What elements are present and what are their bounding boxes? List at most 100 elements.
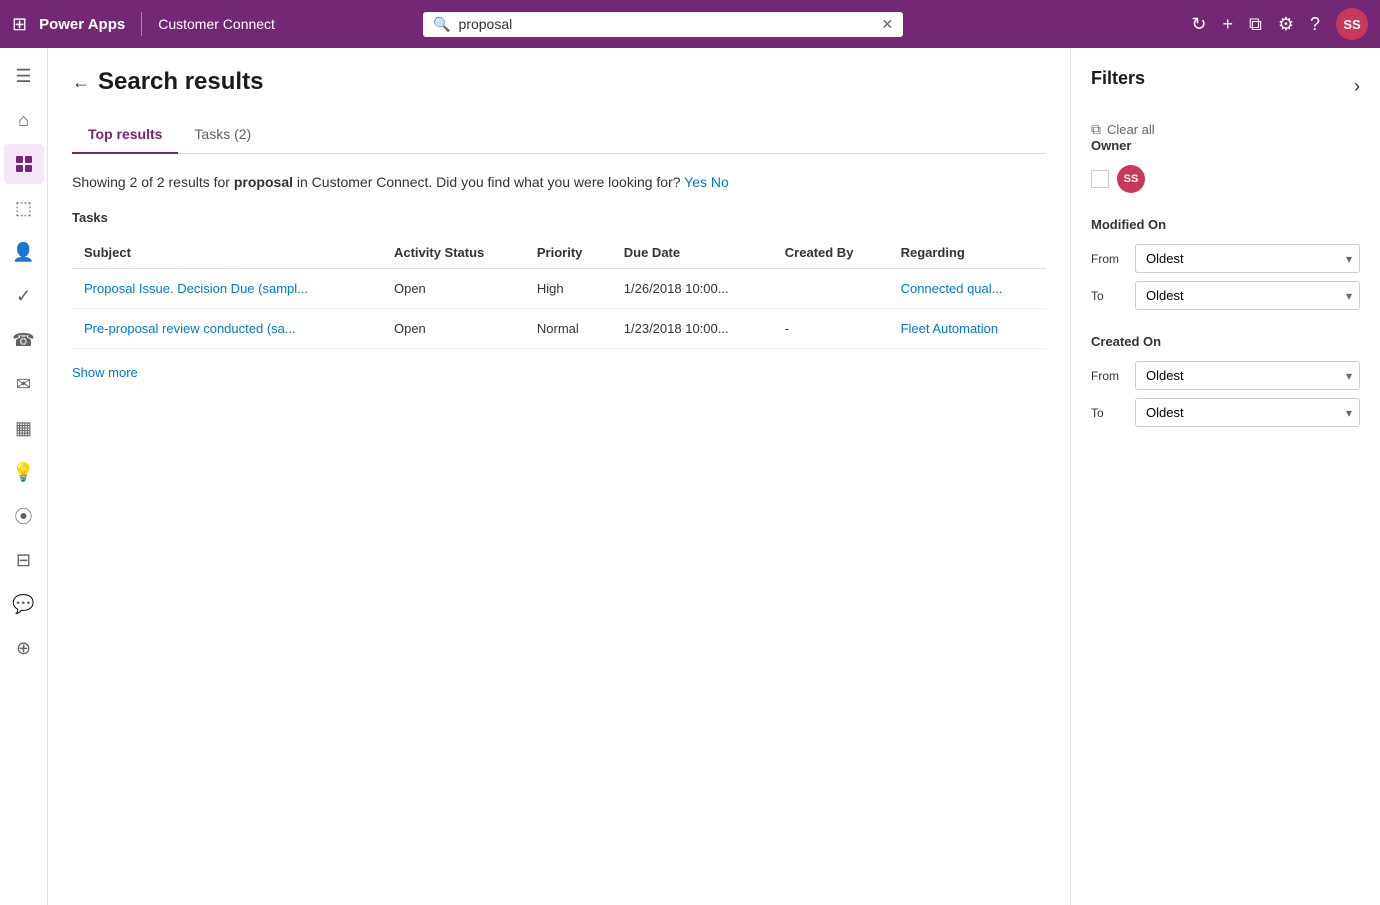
clear-search-icon[interactable]: ✕: [881, 16, 893, 33]
row2-priority: Normal: [525, 309, 612, 349]
col-created-by: Created By: [773, 237, 889, 269]
nav-icons: ↻ + ⧉ ⚙ ? SS: [1191, 8, 1368, 40]
created-to-row: To Oldest Latest ▾: [1091, 398, 1360, 427]
owner-avatar: SS: [1117, 165, 1145, 193]
col-due-date: Due Date: [612, 237, 773, 269]
row1-createdby: [773, 269, 889, 309]
created-from-select[interactable]: Oldest Latest: [1135, 361, 1360, 390]
col-priority: Priority: [525, 237, 612, 269]
modified-to-label: To: [1091, 289, 1127, 303]
search-bar: 🔍 ✕: [423, 12, 903, 37]
sidebar-item-phone[interactable]: ☎: [4, 320, 44, 360]
sidebar-item-home[interactable]: ⌂: [4, 100, 44, 140]
back-row: ← Search results: [72, 68, 1046, 96]
top-navigation: ⊞ Power Apps Customer Connect 🔍 ✕ ↻ + ⧉ …: [0, 0, 1380, 48]
created-to-label: To: [1091, 406, 1127, 420]
clear-all-button[interactable]: ⧉ Clear all: [1091, 121, 1360, 138]
sidebar-item-analytics[interactable]: 💡: [4, 452, 44, 492]
table-row: Pre-proposal review conducted (sa... Ope…: [72, 309, 1046, 349]
tab-top-results[interactable]: Top results: [72, 116, 178, 154]
section-label: Tasks: [72, 210, 1046, 225]
row1-regarding[interactable]: Connected qual...: [889, 269, 1046, 309]
modified-to-select-wrap: Oldest Latest ▾: [1135, 281, 1360, 310]
filter-owner-title: Owner: [1091, 138, 1360, 153]
modified-from-label: From: [1091, 252, 1127, 266]
filter-clear-icon: ⧉: [1091, 121, 1101, 138]
filters-panel-next-btn[interactable]: ›: [1354, 76, 1360, 97]
add-icon[interactable]: +: [1222, 14, 1233, 35]
content-area: ← Search results Top results Tasks (2) S…: [48, 48, 1070, 905]
created-from-select-wrap: Oldest Latest ▾: [1135, 361, 1360, 390]
search-icon: 🔍: [433, 16, 450, 33]
filter-created-title: Created On: [1091, 334, 1360, 349]
created-from-label: From: [1091, 369, 1127, 383]
result-info: Showing 2 of 2 results for proposal in C…: [72, 174, 1046, 190]
result-yes-link[interactable]: Yes: [684, 174, 707, 190]
owner-checkbox[interactable]: [1091, 170, 1109, 188]
sidebar-item-tasks[interactable]: ✓: [4, 276, 44, 316]
row2-status: Open: [382, 309, 525, 349]
col-regarding: Regarding: [889, 237, 1046, 269]
help-icon[interactable]: ?: [1310, 14, 1320, 35]
results-table: Subject Activity Status Priority Due Dat…: [72, 237, 1046, 349]
modified-from-select-wrap: Oldest Latest ▾: [1135, 244, 1360, 273]
sidebar-item-groups[interactable]: ⦿: [4, 496, 44, 536]
result-info-keyword: proposal: [234, 174, 293, 190]
grid-icon[interactable]: ⊞: [12, 14, 27, 35]
app-name: Power Apps: [39, 16, 125, 33]
row2-regarding[interactable]: Fleet Automation: [889, 309, 1046, 349]
sidebar-item-email[interactable]: ✉: [4, 364, 44, 404]
main-layout: ☰ ⌂ ⬚ 👤 ✓ ☎ ✉ ▦ 💡 ⦿ ⊟ 💬 ⊕ ← Search resul…: [0, 48, 1380, 905]
filters-title: Filters: [1091, 68, 1145, 89]
refresh-icon[interactable]: ↻: [1191, 14, 1206, 35]
result-no-link[interactable]: No: [711, 174, 729, 190]
row1-status: Open: [382, 269, 525, 309]
filter-modified-on-section: Modified On From Oldest Latest ▾ To Olde…: [1091, 217, 1360, 310]
avatar[interactable]: SS: [1336, 8, 1368, 40]
row1-duedate: 1/26/2018 10:00...: [612, 269, 773, 309]
sidebar-item-products[interactable]: ⊟: [4, 540, 44, 580]
sidebar-item-contacts[interactable]: 👤: [4, 232, 44, 272]
filters-panel: Filters › ⧉ Clear all Owner SS Modified …: [1070, 48, 1380, 905]
filter-icon[interactable]: ⧉: [1249, 14, 1262, 35]
col-activity-status: Activity Status: [382, 237, 525, 269]
modified-to-select[interactable]: Oldest Latest: [1135, 281, 1360, 310]
sidebar-item-calendar[interactable]: ▦: [4, 408, 44, 448]
nav-divider: [141, 12, 142, 36]
row2-createdby: -: [773, 309, 889, 349]
owner-row: SS: [1091, 165, 1360, 193]
created-to-select-wrap: Oldest Latest ▾: [1135, 398, 1360, 427]
modified-from-select[interactable]: Oldest Latest: [1135, 244, 1360, 273]
tab-tasks[interactable]: Tasks (2): [178, 116, 267, 154]
filter-modified-title: Modified On: [1091, 217, 1360, 232]
sidebar-item-more[interactable]: ⊕: [4, 628, 44, 668]
result-info-prefix: Showing 2 of 2 results for: [72, 174, 234, 190]
sidebar-item-chat[interactable]: 💬: [4, 584, 44, 624]
created-to-select[interactable]: Oldest Latest: [1135, 398, 1360, 427]
modified-to-row: To Oldest Latest ▾: [1091, 281, 1360, 310]
settings-icon[interactable]: ⚙: [1278, 14, 1294, 35]
page-title: Search results: [98, 68, 263, 96]
sidebar-item-pinned[interactable]: ⬚: [4, 188, 44, 228]
col-subject: Subject: [72, 237, 382, 269]
row1-subject[interactable]: Proposal Issue. Decision Due (sampl...: [72, 269, 382, 309]
back-button[interactable]: ←: [72, 72, 90, 93]
row2-subject[interactable]: Pre-proposal review conducted (sa...: [72, 309, 382, 349]
result-info-suffix: in Customer Connect. Did you find what y…: [293, 174, 681, 190]
created-from-row: From Oldest Latest ▾: [1091, 361, 1360, 390]
clear-all-label: Clear all: [1107, 122, 1155, 137]
modified-from-row: From Oldest Latest ▾: [1091, 244, 1360, 273]
row1-priority: High: [525, 269, 612, 309]
tabs: Top results Tasks (2): [72, 116, 1046, 154]
app-context: Customer Connect: [158, 16, 275, 32]
sidebar-item-recent[interactable]: [4, 144, 44, 184]
search-input[interactable]: [459, 16, 874, 32]
filter-owner-section: Owner SS: [1091, 138, 1360, 193]
row2-duedate: 1/23/2018 10:00...: [612, 309, 773, 349]
table-row: Proposal Issue. Decision Due (sampl... O…: [72, 269, 1046, 309]
sidebar-item-menu[interactable]: ☰: [4, 56, 44, 96]
sidebar: ☰ ⌂ ⬚ 👤 ✓ ☎ ✉ ▦ 💡 ⦿ ⊟ 💬 ⊕: [0, 48, 48, 905]
filter-created-on-section: Created On From Oldest Latest ▾ To Oldes…: [1091, 334, 1360, 427]
filters-panel-header: Filters ›: [1091, 68, 1360, 105]
show-more-link[interactable]: Show more: [72, 365, 138, 380]
